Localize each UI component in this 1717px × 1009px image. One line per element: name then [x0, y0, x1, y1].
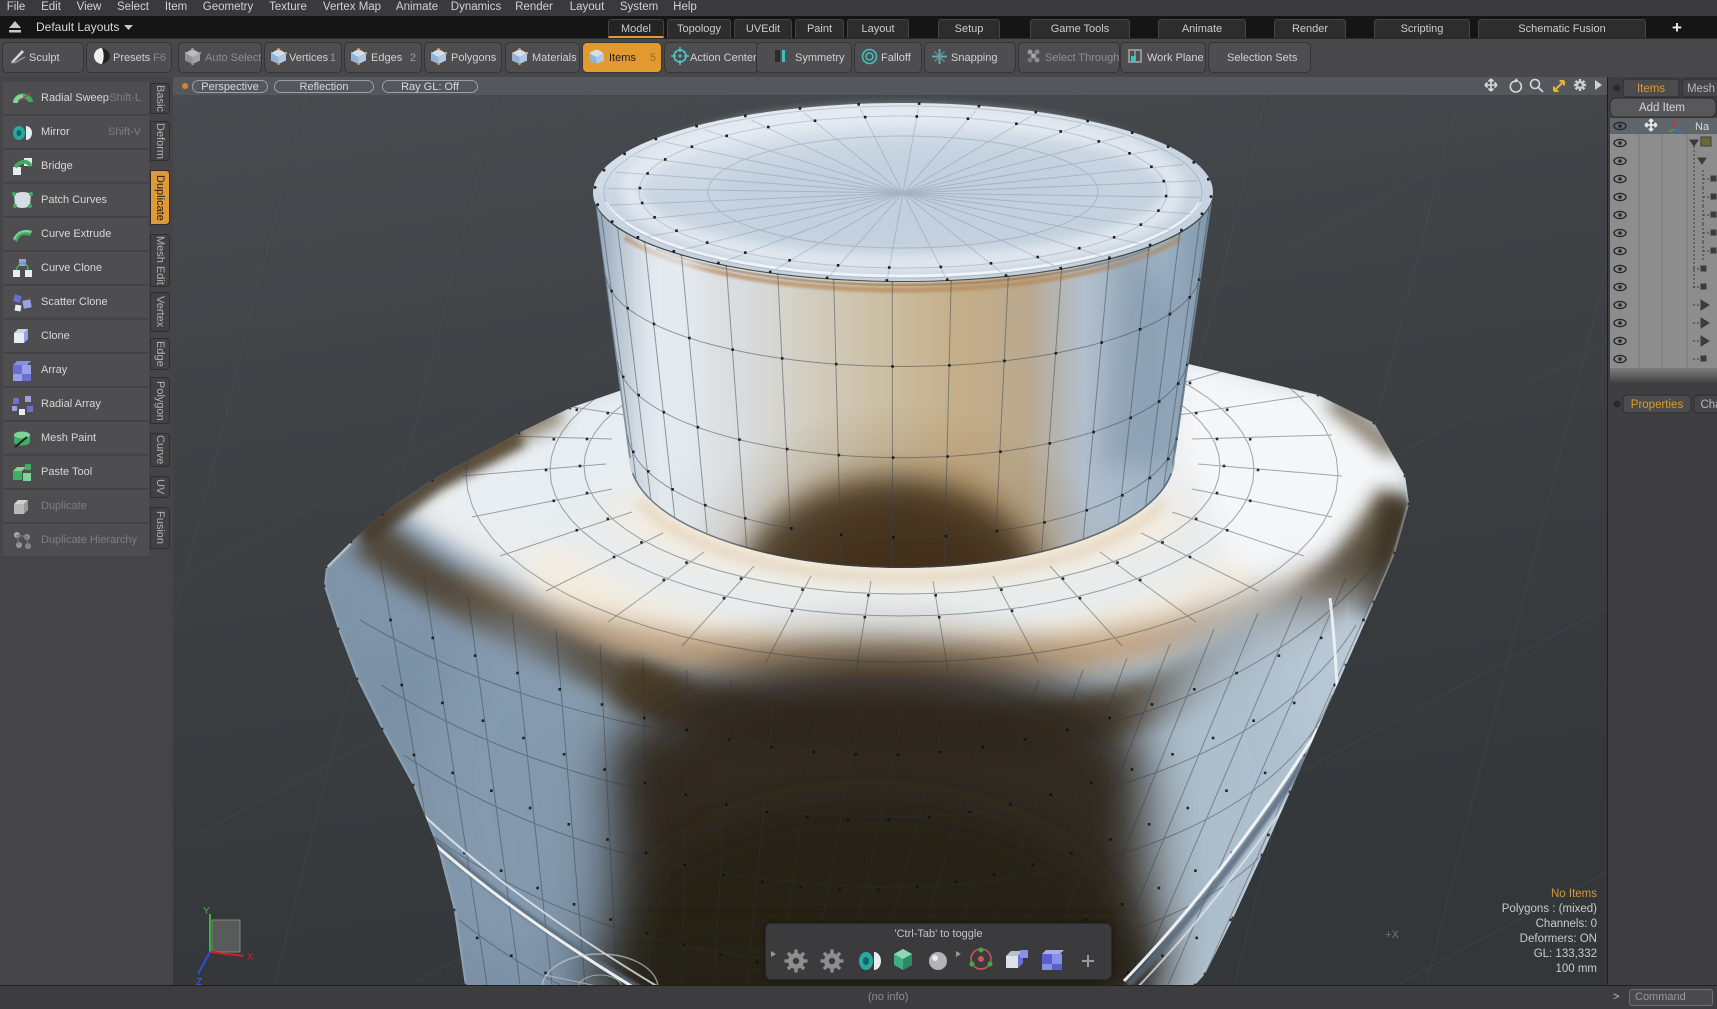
svg-text:GL: 133,332: GL: 133,332 [1534, 948, 1597, 960]
svg-text:Add Item: Add Item [1639, 102, 1685, 114]
svg-text:+X: +X [1385, 929, 1399, 941]
svg-text:100 mm: 100 mm [1555, 963, 1597, 975]
svg-text:Na: Na [1695, 121, 1710, 133]
svg-text:Mesh: Mesh [1687, 83, 1715, 95]
svg-text:No Items: No Items [1551, 888, 1597, 900]
svg-text:Y: Y [203, 906, 210, 917]
svg-text:Cha: Cha [1700, 399, 1717, 411]
svg-text:Channels: 0: Channels: 0 [1536, 918, 1597, 930]
svg-text:Deformers: ON: Deformers: ON [1520, 933, 1597, 945]
svg-text:Properties: Properties [1631, 399, 1684, 411]
svg-text:Items: Items [1637, 83, 1665, 95]
svg-text:Polygons : (mixed): Polygons : (mixed) [1502, 903, 1597, 915]
svg-text:Z: Z [196, 977, 202, 985]
svg-text:X: X [247, 952, 254, 963]
